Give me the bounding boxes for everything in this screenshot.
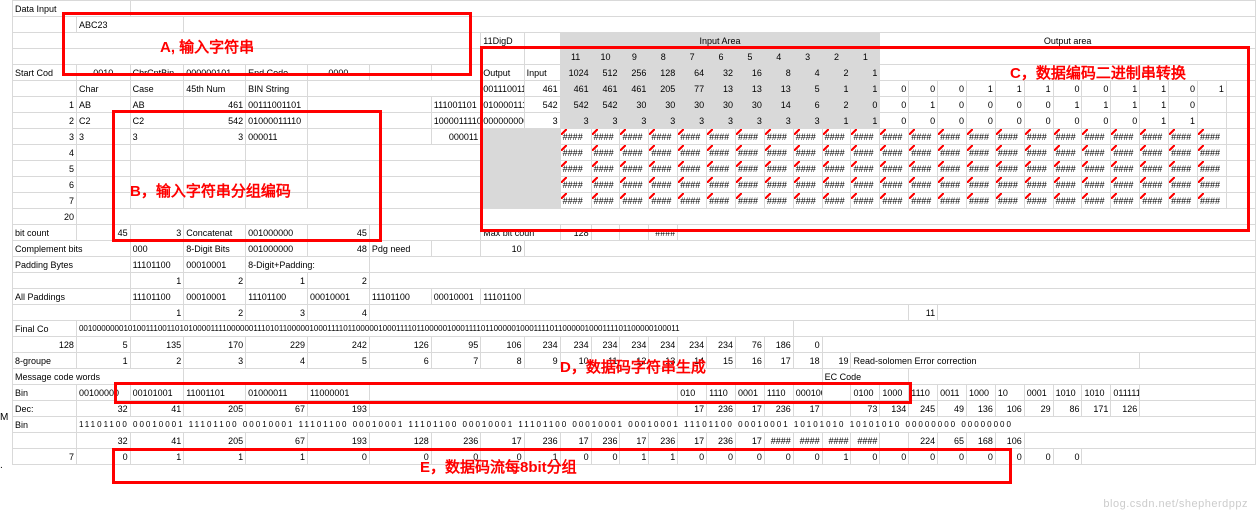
label-8digit: 8-Digit Bits	[184, 241, 246, 257]
label-binstring: BIN String	[246, 81, 308, 97]
row-data-input: Data Input	[13, 1, 1256, 17]
label-input: Input	[524, 65, 560, 81]
label-dec: Dec:	[13, 401, 77, 417]
label-data-input: Data Input	[13, 1, 131, 17]
final-code-string: 0010000000101001110011010100001111000000…	[76, 321, 793, 337]
label-concatenat: Concatenat	[184, 225, 246, 241]
label-8groupe: 8-groupe	[13, 353, 77, 369]
row-letters: M .	[0, 410, 8, 474]
label-45th: 45th Num	[184, 81, 246, 97]
label-finalco: Final Co	[13, 321, 77, 337]
bithead: 11	[560, 49, 591, 65]
label-endcode: End Code	[246, 65, 308, 81]
label-input-area: Input Area	[560, 33, 880, 49]
label-11digd: 11DigD	[481, 33, 524, 49]
input-value[interactable]: ABC23	[76, 17, 183, 33]
label-readsolomon: Read-solomen Error correction	[851, 353, 1140, 369]
spreadsheet-area: Data Input ABC23 11DigD Input Area Outpu…	[12, 0, 1256, 465]
main-grid: Data Input ABC23 11DigD Input Area Outpu…	[12, 0, 1256, 465]
label-maxbit: Max bit coun	[481, 225, 560, 241]
label-output: Output	[481, 65, 524, 81]
label-startcod: Start Cod	[13, 65, 77, 81]
watermark: blog.csdn.net/shepherdppz	[1103, 498, 1248, 510]
label-bin2: Bin	[13, 417, 77, 433]
label-8digitpad: 8-Digit+Padding:	[246, 257, 370, 273]
label-output-area: Output area	[880, 33, 1256, 49]
label-case: Case	[130, 81, 184, 97]
label-msgcodewords: Message code words	[13, 369, 184, 385]
label-pdgneed: Pdg need	[369, 241, 431, 257]
label-chrcntbin: ChrCntBin	[130, 65, 184, 81]
label-eccode: EC Code	[822, 369, 909, 385]
label-char: Char	[76, 81, 130, 97]
label-bitcount: bit count	[13, 225, 77, 241]
label-complement: Complement bits	[13, 241, 131, 257]
label-paddingbytes: Padding Bytes	[13, 257, 131, 273]
label-allpad: All Paddings	[13, 289, 131, 305]
label-bin: Bin	[13, 385, 77, 401]
